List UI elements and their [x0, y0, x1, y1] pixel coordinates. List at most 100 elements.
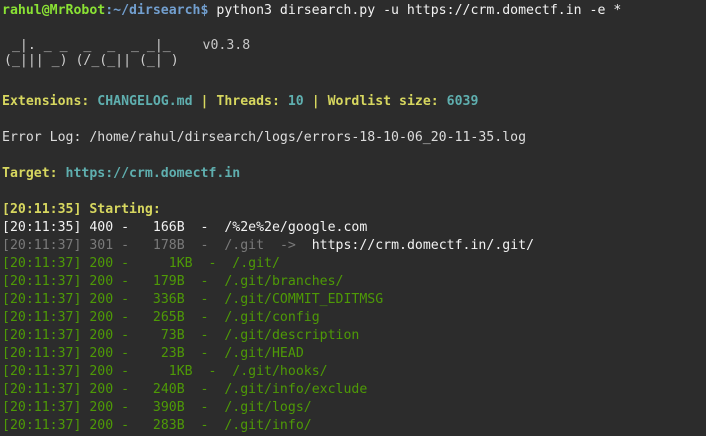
- version-label: v0.3.8: [202, 38, 251, 53]
- result-row: [20:11:35] 400 - 166B - /%2e%2e/google.c…: [2, 219, 367, 237]
- separator: -: [113, 238, 145, 253]
- prompt-line: rahul@MrRobot:~/dirsearch$ python3 dirse…: [2, 2, 621, 20]
- extensions-label: Extensions:: [2, 94, 98, 109]
- redirect-arrow: ->: [264, 238, 312, 253]
- result-path: /%2e%2e/google.com: [224, 220, 368, 235]
- separator: -: [192, 256, 233, 271]
- separator: -: [113, 400, 145, 415]
- result-row: [20:11:37] 200 - 390B - /.git/logs/: [2, 399, 312, 417]
- separator: -: [113, 346, 145, 361]
- result-size: 265B: [144, 310, 185, 325]
- result-time: [20:11:37]: [2, 256, 82, 271]
- result-time: [20:11:37]: [2, 346, 82, 361]
- result-path: /.git/logs/: [224, 400, 312, 415]
- result-size: 283B: [144, 418, 185, 433]
- result-status: 200: [89, 382, 114, 397]
- result-status: 200: [89, 400, 114, 415]
- result-row: [20:11:37] 200 - 240B - /.git/info/exclu…: [2, 381, 367, 399]
- result-row: [20:11:37] 200 - 336B - /.git/COMMIT_EDI…: [2, 291, 383, 309]
- separator: -: [184, 382, 225, 397]
- logo-line-1: _|. _ _ _ _ _ _|_: [4, 38, 203, 53]
- threads-value: 10: [287, 94, 304, 109]
- result-size: 1KB: [144, 256, 193, 271]
- separator: -: [113, 364, 145, 379]
- result-path: /.git/: [232, 256, 280, 271]
- result-status: 200: [89, 364, 114, 379]
- result-time: [20:11:37]: [2, 328, 82, 343]
- separator: -: [184, 238, 225, 253]
- redirect-url: https://crm.domectf.in/.git/: [311, 238, 535, 253]
- separator: -: [113, 382, 145, 397]
- result-time: [20:11:37]: [2, 418, 82, 433]
- result-time: [20:11:37]: [2, 382, 82, 397]
- result-row: [20:11:37] 301 - 178B - /.git -> https:/…: [2, 237, 534, 255]
- separator: -: [113, 292, 145, 307]
- threads-label: Threads:: [216, 94, 288, 109]
- result-row: [20:11:37] 200 - 179B - /.git/branches/: [2, 273, 343, 291]
- result-size: 166B: [144, 220, 185, 235]
- separator: -: [192, 364, 233, 379]
- separator: -: [113, 220, 145, 235]
- target-url: https://crm.domectf.in: [65, 166, 241, 181]
- target-label: Target:: [2, 166, 66, 181]
- result-size: 73B: [144, 328, 185, 343]
- separator: -: [113, 256, 145, 271]
- separator: -: [184, 292, 225, 307]
- result-status: 200: [89, 346, 114, 361]
- separator: -: [113, 328, 145, 343]
- result-status: 200: [89, 274, 114, 289]
- result-path: /.git/HEAD: [224, 346, 304, 361]
- config-line: Extensions: CHANGELOG.md | Threads: 10 |…: [2, 93, 478, 111]
- result-path: /.git: [224, 238, 265, 253]
- result-row: [20:11:37] 200 - 1KB - /.git/hooks/: [2, 363, 328, 381]
- error-log-line: Error Log: /home/rahul/dirsearch/logs/er…: [2, 130, 527, 145]
- separator: -: [184, 418, 225, 433]
- target-line: Target: https://crm.domectf.in: [2, 165, 240, 183]
- result-size: 390B: [144, 400, 185, 415]
- result-time: [20:11:37]: [2, 400, 82, 415]
- result-time: [20:11:37]: [2, 238, 82, 253]
- result-path: /.git/branches/: [224, 274, 344, 289]
- result-path: /.git/description: [224, 328, 360, 343]
- result-size: 178B: [144, 238, 185, 253]
- separator: -: [184, 346, 225, 361]
- result-status: 301: [89, 238, 114, 253]
- wordlist-value: 6039: [446, 94, 479, 109]
- starting-line: [20:11:35] Starting:: [2, 202, 161, 217]
- separator: |: [303, 94, 328, 109]
- prompt-command: python3 dirsearch.py -u https://crm.dome…: [208, 3, 622, 18]
- terminal-window[interactable]: rahul@MrRobot:~/dirsearch$ python3 dirse…: [0, 0, 706, 436]
- result-row: [20:11:37] 200 - 283B - /.git/info/: [2, 417, 312, 435]
- result-path: /.git/hooks/: [232, 364, 328, 379]
- separator: -: [184, 310, 225, 325]
- extensions-value: CHANGELOG.md: [97, 94, 193, 109]
- result-row: [20:11:37] 200 - 73B - /.git/description: [2, 327, 359, 345]
- result-path: /.git/COMMIT_EDITMSG: [224, 292, 384, 307]
- result-row: [20:11:37] 200 - 265B - /.git/config: [2, 309, 320, 327]
- separator: -: [113, 310, 145, 325]
- logo-line-2: (_||| _) (/_(_|| (_| ): [4, 53, 203, 68]
- result-status: 400: [89, 220, 114, 235]
- result-time: [20:11:37]: [2, 274, 82, 289]
- result-path: /.git/info/: [224, 418, 312, 433]
- result-time: [20:11:35]: [2, 220, 82, 235]
- result-time: [20:11:37]: [2, 292, 82, 307]
- result-status: 200: [89, 328, 114, 343]
- separator: -: [184, 220, 225, 235]
- separator: -: [184, 400, 225, 415]
- result-size: 23B: [144, 346, 185, 361]
- result-status: 200: [89, 418, 114, 433]
- result-time: [20:11:37]: [2, 310, 82, 325]
- result-size: 179B: [144, 274, 185, 289]
- result-row: [20:11:37] 200 - 23B - /.git/HEAD: [2, 345, 304, 363]
- result-size: 336B: [144, 292, 185, 307]
- result-status: 200: [89, 256, 114, 271]
- prompt-path: :~/dirsearch$: [105, 3, 209, 18]
- separator: -: [184, 274, 225, 289]
- wordlist-label: Wordlist size:: [327, 94, 447, 109]
- result-path: /.git/config: [224, 310, 320, 325]
- result-row: [20:11:37] 200 - 1KB - /.git/: [2, 255, 280, 273]
- result-size: 240B: [144, 382, 185, 397]
- result-status: 200: [89, 310, 114, 325]
- separator: |: [192, 94, 217, 109]
